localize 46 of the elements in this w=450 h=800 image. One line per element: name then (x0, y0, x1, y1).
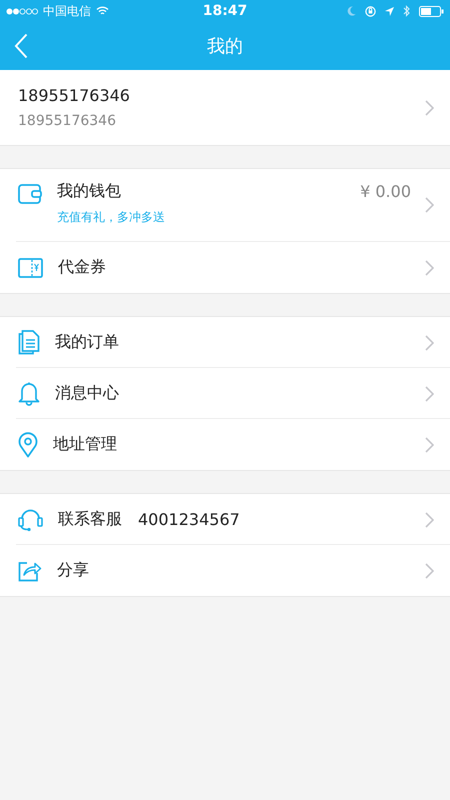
location-arrow-icon (385, 6, 394, 16)
profile-row[interactable]: 18955176346 18955176346 (0, 70, 450, 146)
moon-icon (347, 6, 356, 16)
menu-row[interactable]: 代金券 (0, 242, 450, 293)
page-title: 我的 (207, 35, 243, 58)
chevron-right-icon (425, 260, 434, 276)
chevron-right-icon (425, 197, 434, 213)
menu-row[interactable]: 联系客服 4001234567 (0, 494, 450, 545)
chevron-right-icon (425, 386, 434, 402)
menu-row[interactable]: 我的钱包 ¥ 0.00 充值有礼，多冲多送 (0, 169, 450, 242)
location-pin-icon (18, 432, 38, 458)
menu-label: 我的订单 (55, 332, 119, 353)
wallet-icon (18, 183, 42, 205)
menu-row[interactable]: 地址管理 (0, 419, 450, 470)
menu-row[interactable]: 分享 (0, 545, 450, 596)
account-name: 18955176346 (18, 86, 131, 105)
menu-label: 地址管理 (53, 434, 117, 455)
battery-icon (419, 6, 444, 16)
menu-row[interactable]: 我的订单 (0, 317, 450, 368)
chevron-right-icon (425, 100, 434, 116)
promo-text: 充值有礼，多冲多送 (57, 209, 166, 226)
chevron-right-icon (425, 562, 434, 578)
menu-label: 我的钱包 (57, 181, 121, 202)
menu-row[interactable]: 消息中心 (0, 368, 450, 419)
chevron-right-icon (425, 436, 434, 452)
coupon-icon (18, 258, 43, 278)
bell-icon (18, 381, 40, 406)
document-icon (18, 330, 40, 355)
signal-icon (6, 8, 38, 14)
account-phone: 18955176346 (18, 113, 117, 129)
rotation-lock-icon (365, 6, 376, 16)
wallet-balance: ¥ 0.00 (360, 182, 411, 201)
wifi-icon (96, 6, 109, 16)
chevron-right-icon (425, 512, 434, 528)
carrier-name: 中国电信 (43, 2, 91, 20)
bluetooth-icon (403, 5, 410, 17)
share-icon (18, 559, 42, 582)
back-button[interactable] (14, 33, 28, 59)
menu-label: 代金券 (58, 257, 106, 278)
menu-label: 分享 (57, 560, 89, 581)
chevron-right-icon (425, 334, 434, 350)
status-time: 18:47 (202, 3, 248, 19)
hotline-number: 4001234567 (138, 510, 240, 529)
menu-label: 联系客服 (58, 509, 122, 530)
menu-label: 消息中心 (55, 383, 119, 404)
headset-icon (18, 508, 43, 532)
